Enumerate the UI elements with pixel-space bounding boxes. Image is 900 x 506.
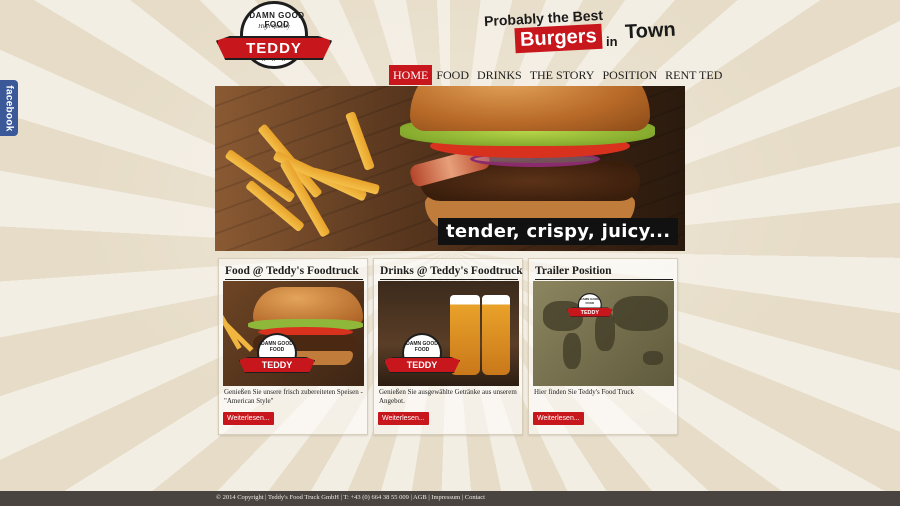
badge-name: TEDDY [580, 309, 599, 316]
map-continent [563, 333, 581, 369]
footer-text: © 2014 Copyright | Teddy's Food Truck Gm… [216, 494, 485, 501]
footer: © 2014 Copyright | Teddy's Food Truck Gm… [0, 491, 900, 506]
logo[interactable]: DAMN GOOD FOOD High Quality ★ ★ ★ ★ ★ TE… [216, 0, 332, 72]
page: facebook DAMN GOOD FOOD High Quality ★ ★… [0, 0, 900, 506]
badge-arc-text: DAMN GOOD FOOD [580, 297, 600, 305]
beer-photo[interactable]: DAMN GOOD FOOD TEDDY [378, 281, 519, 386]
card-title: Drinks @ Teddy's Foodtruck [380, 265, 523, 280]
nav-item-food[interactable]: FOOD [432, 65, 473, 85]
card-food: Food @ Teddy's Foodtruck DAMN GOOD FOOD … [218, 258, 368, 435]
badge-arc-text: DAMN GOOD FOOD [406, 341, 438, 353]
card-title: Food @ Teddy's Foodtruck [225, 265, 363, 280]
tagline-in: in [606, 34, 618, 49]
nav-item-the-story[interactable]: THE STORY [526, 65, 599, 85]
main-nav: HOME FOOD DRINKS THE STORY POSITION RENT… [389, 65, 726, 85]
fries-illustration [224, 96, 415, 246]
logo-badge-small: DAMN GOOD FOOD TEDDY [239, 333, 315, 385]
card-title: Trailer Position [535, 265, 673, 280]
badge-ribbon: TEDDY [239, 357, 315, 373]
read-more-button[interactable]: Weiterlesen... [378, 412, 429, 425]
logo-badge-small: DAMN GOOD FOOD TEDDY [384, 333, 460, 385]
map-continent [643, 351, 663, 365]
badge-ribbon: TEDDY [567, 307, 613, 317]
hero-caption: tender, crispy, juicy... [438, 218, 679, 245]
bun-top [410, 86, 650, 131]
fry [345, 111, 375, 171]
tagline-town: Town [624, 18, 677, 44]
burger-photo[interactable]: DAMN GOOD FOOD TEDDY [223, 281, 364, 386]
tagline-highlight: Burgers [514, 23, 603, 54]
tagline: Probably the Best Burgers in Town [484, 7, 694, 58]
card-text: Hier finden Sie Teddy's Food Truck [534, 388, 635, 396]
facebook-tab-label: facebook [3, 84, 15, 132]
nav-item-drinks[interactable]: DRINKS [473, 65, 526, 85]
nav-item-rent-ted[interactable]: RENT TED [661, 65, 726, 85]
beer-glass [482, 295, 510, 375]
card-drinks: Drinks @ Teddy's Foodtruck DAMN GOOD FOO… [373, 258, 523, 435]
card-text: Genießen Sie unsere frisch zubereiteten … [224, 388, 363, 405]
world-map-photo[interactable]: DAMN GOOD FOOD TEDDY [533, 281, 674, 386]
logo-sub-text: High Quality [258, 24, 290, 30]
card-position: Trailer Position DAMN GOOD FOOD TEDDY Hi… [528, 258, 678, 435]
logo-name: TEDDY [246, 39, 302, 57]
read-more-button[interactable]: Weiterlesen... [533, 412, 584, 425]
read-more-button[interactable]: Weiterlesen... [223, 412, 274, 425]
badge-arc-text: DAMN GOOD FOOD [261, 341, 293, 353]
badge-ribbon: TEDDY [384, 357, 460, 373]
badge-name: TEDDY [261, 360, 293, 370]
nav-item-home[interactable]: HOME [389, 65, 433, 85]
hero-banner: tender, crispy, juicy... [215, 86, 685, 251]
badge-name: TEDDY [406, 360, 438, 370]
logo-ribbon: TEDDY [216, 36, 332, 60]
card-text: Genießen Sie ausgewählte Getränke aus un… [379, 388, 517, 405]
logo-badge-small: DAMN GOOD FOOD TEDDY [567, 293, 613, 324]
map-continent [613, 296, 668, 331]
facebook-tab[interactable]: facebook [0, 80, 18, 136]
nav-item-position[interactable]: POSITION [598, 65, 661, 85]
